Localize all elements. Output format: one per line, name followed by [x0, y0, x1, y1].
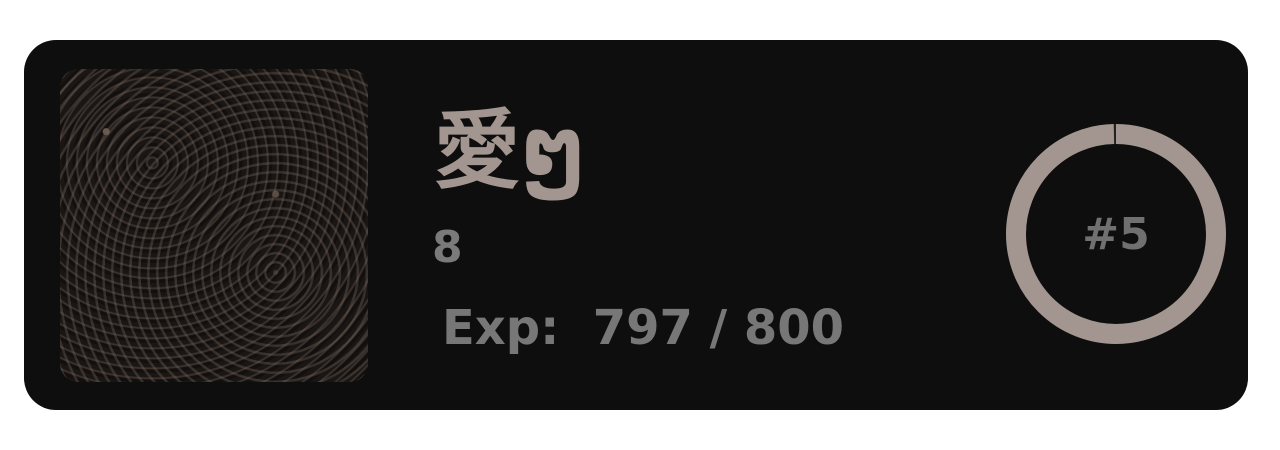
exp-readout: Exp: 797 / 800	[442, 304, 844, 352]
level-value: 8	[432, 222, 463, 273]
rank-card: 愛ໆ 8 Exp: 797 / 800 #5	[24, 40, 1248, 410]
username: 愛ໆ	[434, 101, 586, 201]
rank-badge: #5	[1082, 208, 1150, 260]
exp-label: Exp:	[442, 300, 560, 356]
avatar	[60, 69, 368, 382]
exp-value: 797 / 800	[592, 300, 845, 356]
